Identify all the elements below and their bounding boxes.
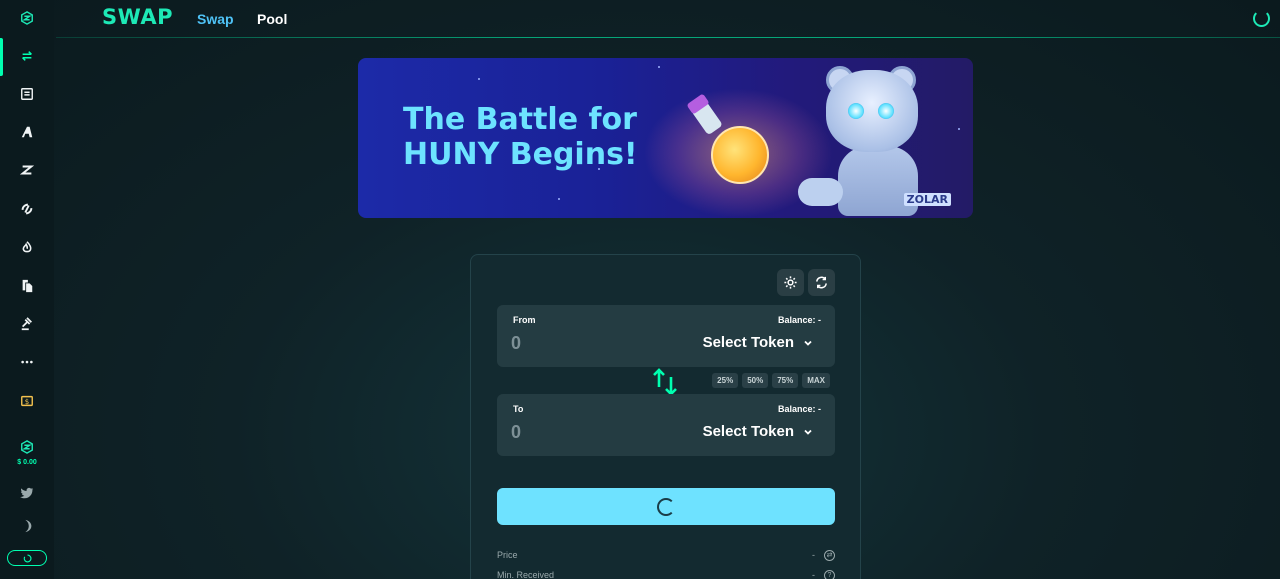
chevron-down-icon xyxy=(804,340,812,346)
price-value: - xyxy=(812,550,815,560)
to-label: To xyxy=(513,404,524,414)
banner-headline-line2: HUNY Begins! xyxy=(403,137,638,172)
to-amount-input[interactable]: 0 xyxy=(511,422,521,443)
svg-text:$: $ xyxy=(25,398,29,406)
percentage-buttons: 25% 50% 75% MAX xyxy=(712,373,830,388)
from-token-select[interactable]: Select Token xyxy=(703,334,813,351)
to-token-select[interactable]: Select Token xyxy=(703,423,813,440)
sidebar-item-auction[interactable] xyxy=(0,309,54,339)
price-row: Price - ⇄ xyxy=(497,550,835,564)
sidebar-item-flame[interactable] xyxy=(0,232,54,262)
documents-icon xyxy=(22,279,33,293)
arky-icon xyxy=(21,126,33,138)
swap-card: From Balance: - 0 Select Token 25% 50% 7… xyxy=(470,254,861,579)
to-balance: Balance: - xyxy=(777,404,821,414)
refresh-button[interactable] xyxy=(808,269,835,296)
swap-submit-button[interactable] xyxy=(497,488,835,525)
flame-icon xyxy=(22,241,32,253)
theme-toggle[interactable] xyxy=(0,511,54,541)
banner-headline-line1: The Battle for xyxy=(403,102,637,137)
banner-tag: ZOLAR xyxy=(903,193,951,206)
potion-icon xyxy=(711,126,769,184)
pct-max-button[interactable]: MAX xyxy=(802,373,830,388)
sidebar-collapse-toggle[interactable] xyxy=(7,550,47,566)
sidebar-item-arky[interactable] xyxy=(0,117,54,147)
sidebar: $ $ 0.00 xyxy=(0,0,54,579)
sidebar-item-more[interactable] xyxy=(0,347,54,377)
sidebar-item-ticket[interactable]: $ xyxy=(0,386,54,416)
twitter-link[interactable] xyxy=(0,478,54,508)
sidebar-item-news[interactable] xyxy=(0,79,54,109)
price-label: Price xyxy=(497,550,518,560)
min-received-value: - xyxy=(812,570,815,579)
refresh-icon xyxy=(816,276,827,289)
from-label: From xyxy=(513,315,536,325)
sidebar-item-bridge[interactable] xyxy=(0,194,54,224)
moon-icon xyxy=(25,519,32,533)
nav-pool-tab[interactable]: Pool xyxy=(257,11,287,27)
brand-logo[interactable]: SWAP xyxy=(102,5,173,29)
price-swap-icon[interactable]: ⇄ xyxy=(824,550,835,561)
sidebar-item-swap[interactable] xyxy=(0,38,54,76)
z-icon xyxy=(20,165,34,175)
header-divider xyxy=(56,37,1280,38)
bear-eye xyxy=(848,103,864,119)
zilswap-logo-icon[interactable] xyxy=(0,3,54,33)
banner-headline: The Battle for HUNY Begins! xyxy=(403,102,638,172)
promo-banner[interactable]: The Battle for HUNY Begins! ZOLAR xyxy=(358,58,973,218)
twitter-icon xyxy=(20,487,34,499)
nav-swap-tab[interactable]: Swap xyxy=(197,11,234,27)
zwap-balance: $ 0.00 xyxy=(17,459,37,466)
bear-eye xyxy=(878,103,894,119)
loading-spinner-icon xyxy=(657,497,675,516)
pct-25-button[interactable]: 25% xyxy=(712,373,739,388)
dollar-ticket-icon: $ xyxy=(21,395,33,407)
swap-arrows-icon xyxy=(22,51,32,61)
chevron-down-icon xyxy=(804,429,812,435)
from-panel: From Balance: - 0 Select Token xyxy=(497,305,835,367)
top-header: SWAP Swap Pool xyxy=(54,0,1280,38)
loading-icon xyxy=(23,554,32,562)
connect-wallet-spinner-icon[interactable] xyxy=(1253,10,1270,27)
newspaper-icon xyxy=(21,88,33,100)
more-dots-icon xyxy=(21,360,33,364)
from-balance: Balance: - xyxy=(777,315,821,325)
sidebar-item-z[interactable] xyxy=(0,155,54,185)
from-token-label: Select Token xyxy=(702,334,794,351)
to-token-label: Select Token xyxy=(702,423,794,440)
bridge-icon xyxy=(21,203,33,215)
gavel-icon xyxy=(21,317,32,331)
pct-50-button[interactable]: 50% xyxy=(742,373,769,388)
min-received-label: Min. Received xyxy=(497,570,555,579)
gear-icon xyxy=(784,276,797,289)
pct-75-button[interactable]: 75% xyxy=(772,373,799,388)
settings-button[interactable] xyxy=(777,269,804,296)
bear-arm xyxy=(798,178,843,206)
bear-head xyxy=(826,70,918,152)
from-amount-input[interactable]: 0 xyxy=(511,333,521,354)
help-icon[interactable]: ? xyxy=(824,570,835,579)
min-received-row: Min. Received - ? xyxy=(497,570,835,579)
to-panel: To Balance: - 0 Select Token xyxy=(497,394,835,456)
sidebar-item-documents[interactable] xyxy=(0,271,54,301)
zwap-token-icon[interactable] xyxy=(0,432,54,462)
